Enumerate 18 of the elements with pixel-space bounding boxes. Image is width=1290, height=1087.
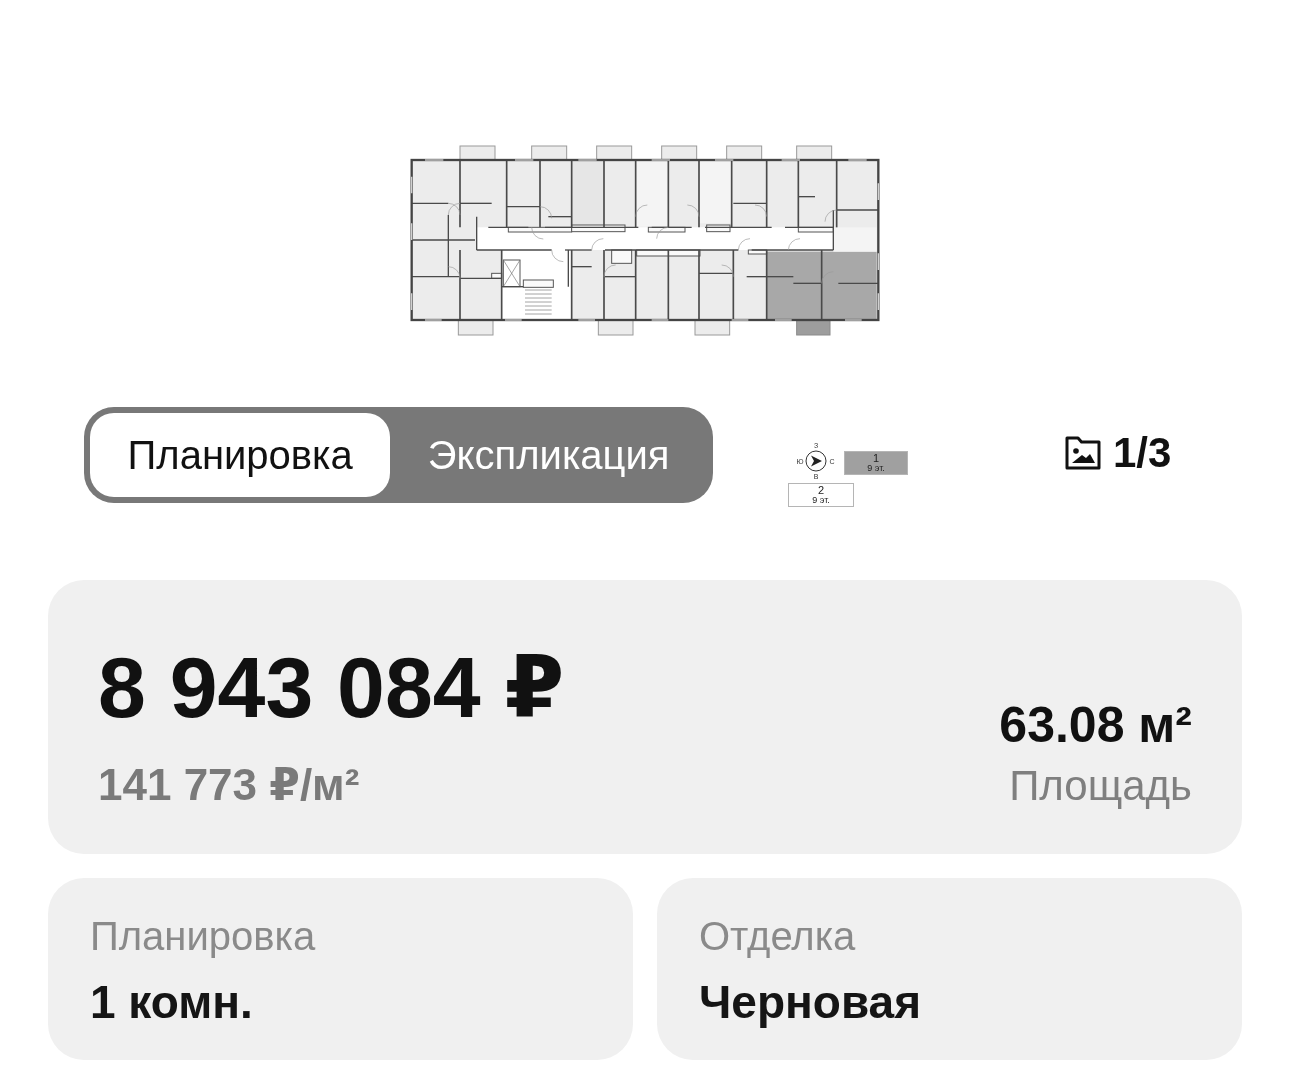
gallery-counter: 1/3: [1113, 432, 1172, 474]
detail-value: 1 комн.: [90, 979, 254, 1025]
section-floors: 9 эт.: [812, 496, 830, 505]
section-tile[interactable]: 2 9 эт.: [788, 483, 854, 507]
price: 8 943 084 ₽: [98, 644, 565, 730]
section-number: 2: [817, 485, 825, 496]
section-floors: 9 эт.: [867, 464, 885, 473]
area-label: Площадь: [1009, 765, 1192, 807]
compass-icon: [805, 450, 827, 472]
view-tab[interactable]: Экспликация: [390, 413, 707, 497]
price-per-square-meter: 141 773 ₽/м²: [98, 763, 360, 807]
detail-label: Планировка: [90, 916, 317, 956]
section-tile[interactable]: 1 9 эт.: [844, 451, 908, 475]
image-folder-icon: [1065, 436, 1101, 470]
area-value: 63.08 м²: [999, 700, 1192, 750]
view-tab[interactable]: Планировка: [90, 413, 391, 497]
detail-label: Отделка: [699, 916, 857, 956]
section-number: 1: [872, 453, 880, 464]
